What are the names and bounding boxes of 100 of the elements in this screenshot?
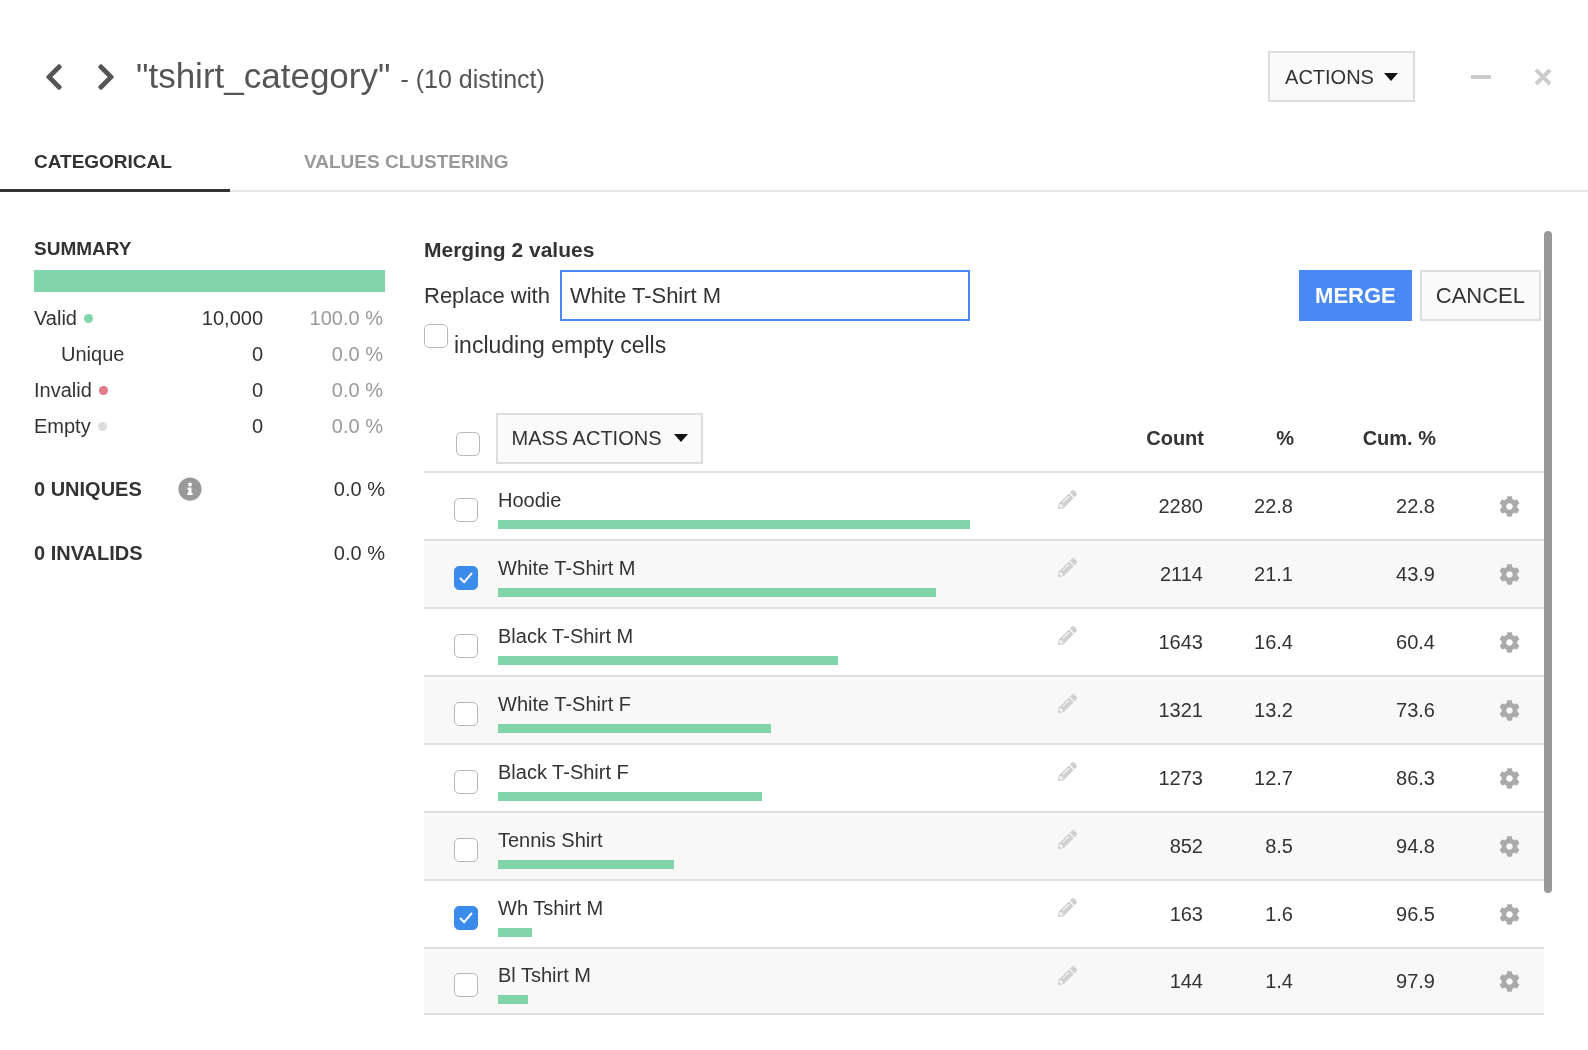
percent-cell-text: 13.2 xyxy=(1253,698,1293,723)
pencil-icon[interactable] xyxy=(1058,830,1077,849)
check-icon xyxy=(459,912,473,924)
info-icon[interactable] xyxy=(178,477,202,501)
merge-heading: Merging 2 values xyxy=(424,237,595,263)
pencil-icon[interactable] xyxy=(1058,626,1077,645)
cumulative-cell-text: 43.9 xyxy=(1395,562,1435,587)
checkbox[interactable] xyxy=(454,906,478,930)
value-label: Hoodie xyxy=(498,487,562,512)
stat-percent: 0.0 % xyxy=(330,378,383,403)
chevron-left-icon[interactable] xyxy=(44,61,64,92)
gear-icon[interactable] xyxy=(1499,495,1520,517)
percent-cell-text: 22.8 xyxy=(1253,494,1293,519)
count-cell-text: 2280 xyxy=(1157,494,1203,519)
column-header[interactable]: Count xyxy=(1078,423,1204,453)
minimize-icon[interactable] xyxy=(1471,74,1491,79)
pencil-icon[interactable] xyxy=(1058,762,1077,781)
pencil-icon[interactable] xyxy=(1058,966,1077,985)
stat-percent: 0.0 % xyxy=(330,342,383,367)
stat-count: 0 xyxy=(250,414,263,439)
stat-percent: 0.0 % xyxy=(330,414,383,439)
value-label: Black T-Shirt F xyxy=(498,759,629,784)
checkbox[interactable] xyxy=(454,566,478,590)
checkbox[interactable] xyxy=(454,973,478,997)
percent-cell-text: 21.1 xyxy=(1253,562,1293,587)
total-label: 0 INVALIDS xyxy=(34,541,144,566)
cumulative-cell-text: 97.9 xyxy=(1395,969,1435,994)
total-percent: 0.0 % xyxy=(333,477,385,502)
column-header[interactable]: % xyxy=(1204,423,1294,453)
value-label: Bl Tshirt M xyxy=(498,962,591,987)
value-label: White T-Shirt M xyxy=(498,555,636,580)
replace-label: Replace with xyxy=(424,282,550,310)
checkbox[interactable] xyxy=(454,498,478,522)
stat-label: Invalid xyxy=(34,378,92,403)
checkbox[interactable] xyxy=(454,770,478,794)
percent-cell-text: 12.7 xyxy=(1253,766,1293,791)
count-cell-text: 144 xyxy=(1168,969,1203,994)
percent-cell-text: 1.4 xyxy=(1264,969,1293,994)
stat-count: 0 xyxy=(250,342,263,367)
total-label: 0 UNIQUES xyxy=(34,477,143,502)
count-cell-text: 1643 xyxy=(1157,630,1203,655)
checkbox[interactable] xyxy=(454,702,478,726)
count-bar xyxy=(498,994,528,1004)
cumulative-cell-text: 94.8 xyxy=(1395,834,1435,859)
close-icon[interactable] xyxy=(1534,67,1552,86)
actions-dropdown[interactable]: ACTIONS xyxy=(1268,51,1415,102)
checkbox[interactable] xyxy=(454,838,478,862)
caret-icon xyxy=(1383,72,1398,81)
stat-percent: 100.0 % xyxy=(308,306,383,331)
pencil-icon[interactable] xyxy=(1058,558,1077,577)
summary-heading: SUMMARY xyxy=(34,237,132,261)
cancel-button[interactable]: CANCEL xyxy=(1419,270,1541,321)
cumulative-cell-text: 60.4 xyxy=(1395,630,1435,655)
checkbox[interactable] xyxy=(454,634,478,658)
count-cell-text: 1321 xyxy=(1157,698,1203,723)
value-label: Wh Tshirt M xyxy=(498,895,604,920)
value-label: Tennis Shirt xyxy=(498,827,603,852)
including-empty-label: including empty cells xyxy=(454,331,667,360)
count-cell-text: 2114 xyxy=(1159,562,1203,587)
chevron-right-icon[interactable] xyxy=(96,61,116,92)
pencil-icon[interactable] xyxy=(1058,898,1077,917)
gear-icon[interactable] xyxy=(1499,767,1520,789)
stat-count: 0 xyxy=(250,378,263,403)
cumulative-cell-text: 22.8 xyxy=(1395,494,1435,519)
check-icon xyxy=(459,572,473,584)
cumulative-cell-text: 86.3 xyxy=(1395,766,1435,791)
percent-cell-text: 16.4 xyxy=(1253,630,1293,655)
scrollbar[interactable] xyxy=(1544,231,1552,893)
stat-label: Empty xyxy=(34,414,91,439)
gear-icon[interactable] xyxy=(1499,631,1520,653)
value-label: Black T-Shirt M xyxy=(498,623,634,648)
stat-count: 10,000 xyxy=(200,306,263,331)
gear-icon[interactable] xyxy=(1499,699,1520,721)
total-percent: 0.0 % xyxy=(333,541,385,566)
pencil-icon[interactable] xyxy=(1058,694,1077,713)
percent-cell-text: 8.5 xyxy=(1264,834,1293,859)
checkbox[interactable] xyxy=(456,432,480,456)
distinct-count: - (10 distinct) xyxy=(400,64,545,96)
pencil-icon[interactable] xyxy=(1058,490,1077,509)
count-cell-text: 1273 xyxy=(1157,766,1203,791)
value-label: White T-Shirt F xyxy=(498,691,631,716)
column-title: "tshirt_category" xyxy=(136,55,391,98)
gear-icon[interactable] xyxy=(1499,970,1520,992)
cumulative-cell-text: 96.5 xyxy=(1395,902,1435,927)
gear-icon[interactable] xyxy=(1499,563,1520,585)
replace-input[interactable]: White T-Shirt M xyxy=(559,270,970,321)
caret-icon xyxy=(673,434,688,442)
stat-label: Valid xyxy=(34,306,77,331)
stat-label: Unique xyxy=(61,342,125,367)
tab[interactable]: CATEGORICAL xyxy=(0,136,230,192)
count-cell-text: 852 xyxy=(1168,834,1203,859)
count-cell-text: 163 xyxy=(1168,902,1203,927)
cumulative-cell-text: 73.6 xyxy=(1395,698,1435,723)
column-header[interactable]: Cum. % xyxy=(1294,423,1436,453)
gear-icon[interactable] xyxy=(1499,903,1520,925)
gear-icon[interactable] xyxy=(1499,835,1520,857)
count-bar xyxy=(498,927,532,937)
checkbox[interactable] xyxy=(424,324,448,348)
percent-cell-text: 1.6 xyxy=(1264,902,1293,927)
mass-actions-dropdown[interactable]: MASS ACTIONS xyxy=(496,412,703,464)
